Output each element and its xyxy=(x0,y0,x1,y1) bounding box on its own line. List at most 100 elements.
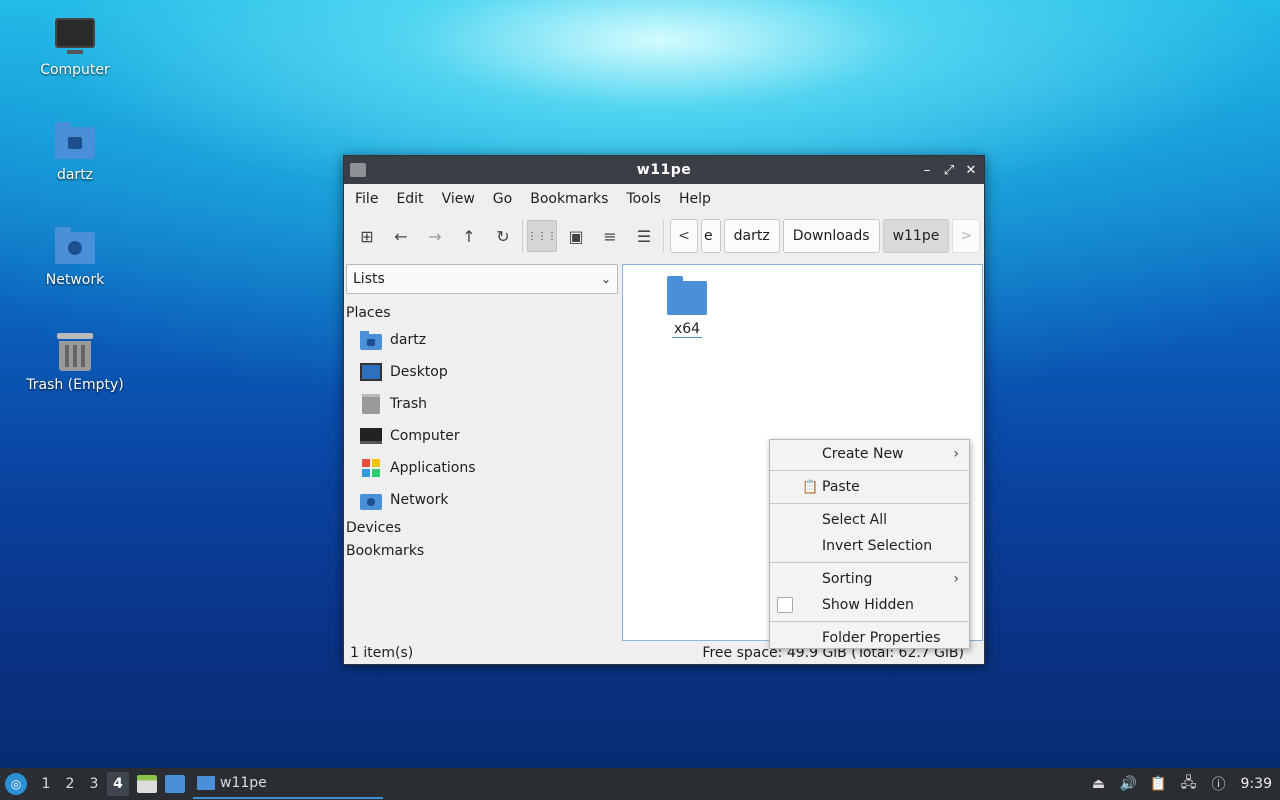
menu-help[interactable]: Help xyxy=(670,191,720,207)
new-tab-icon[interactable]: ⊞ xyxy=(352,220,382,252)
desktop-icon-label: Network xyxy=(45,272,105,288)
place-item-applications[interactable]: Applications xyxy=(346,452,618,484)
desktop-icon xyxy=(360,363,382,381)
menu-item-label: Create New xyxy=(822,446,904,462)
text-editor-launcher-icon[interactable] xyxy=(137,775,157,793)
desktop-icon-trash[interactable]: Trash (Empty) xyxy=(20,329,130,393)
desktop-icon-home[interactable]: dartz xyxy=(20,119,130,183)
bookmarks-heading[interactable]: Bookmarks xyxy=(346,539,618,562)
item-count: 1 item(s) xyxy=(350,645,414,661)
show-hidden-checkbox[interactable] xyxy=(777,597,793,613)
system-tray: ⏏ 🔊 📋 🖧 ⓘ 9:39 xyxy=(1091,775,1280,793)
breadcrumb-scroll-right-button[interactable]: > xyxy=(952,219,981,253)
forward-arrow-icon[interactable]: → xyxy=(420,220,450,252)
workspace-2-button[interactable]: 2 xyxy=(59,772,81,796)
menu-tools[interactable]: Tools xyxy=(617,191,670,207)
menu-item-label: Folder Properties xyxy=(822,630,941,646)
workspace-4-button[interactable]: 4 xyxy=(107,772,129,796)
breadcrumb-item-downloads[interactable]: Downloads xyxy=(782,219,880,253)
place-label: Desktop xyxy=(390,364,448,380)
eject-icon[interactable]: ⏏ xyxy=(1091,776,1107,792)
menu-edit[interactable]: Edit xyxy=(387,191,432,207)
back-arrow-icon[interactable]: ← xyxy=(386,220,416,252)
toolbar: ⊞ ← → ↑ ↻ ⋮⋮⋮ ▣ ≡ ☰ < e dartz Downloads … xyxy=(344,213,984,259)
place-item-computer[interactable]: Computer xyxy=(346,420,618,452)
folder-icon xyxy=(197,776,215,790)
breadcrumb-item-w11pe[interactable]: w11pe xyxy=(882,219,950,253)
minimize-button[interactable]: – xyxy=(918,161,936,179)
file-item-folder[interactable]: x64 xyxy=(663,275,711,338)
place-item-home[interactable]: dartz xyxy=(346,324,618,356)
menu-item-folder-properties[interactable]: Folder Properties xyxy=(770,625,969,651)
network-folder-icon xyxy=(53,224,97,268)
side-pane: Lists ⌄ Places dartz Desktop Trash Compu… xyxy=(346,264,618,644)
file-manager-launcher-icon[interactable] xyxy=(165,775,185,793)
thumbnail-view-icon[interactable]: ▣ xyxy=(561,220,591,252)
clipboard-icon: 📋 xyxy=(802,479,819,495)
place-item-network[interactable]: Network xyxy=(346,484,618,516)
menu-item-label: Sorting xyxy=(822,571,873,587)
place-item-desktop[interactable]: Desktop xyxy=(346,356,618,388)
detailed-view-icon[interactable]: ☰ xyxy=(629,220,659,252)
notification-icon[interactable]: ⓘ xyxy=(1211,776,1227,793)
menu-item-select-all[interactable]: Select All xyxy=(770,507,969,533)
place-label: Applications xyxy=(390,460,476,476)
workspace-3-button[interactable]: 3 xyxy=(83,772,105,796)
toolbar-separator xyxy=(663,220,664,252)
home-folder-icon xyxy=(360,330,382,350)
places-heading[interactable]: Places xyxy=(346,301,618,324)
context-menu: Create New › 📋 Paste Select All Invert S… xyxy=(769,439,970,649)
computer-icon xyxy=(53,14,97,58)
toolbar-separator xyxy=(522,220,523,252)
breadcrumb-item-partial[interactable]: e xyxy=(701,219,721,253)
place-label: Computer xyxy=(390,428,460,444)
up-arrow-icon[interactable]: ↑ xyxy=(454,220,484,252)
place-label: dartz xyxy=(390,332,427,348)
title-bar[interactable]: w11pe – ⤢ ✕ xyxy=(344,156,984,184)
menu-item-label: Select All xyxy=(822,512,887,528)
menu-item-sorting[interactable]: Sorting › xyxy=(770,566,969,592)
menu-separator xyxy=(770,470,969,471)
devices-heading[interactable]: Devices xyxy=(346,516,618,539)
menu-item-paste[interactable]: 📋 Paste xyxy=(770,474,969,500)
chevron-right-icon: › xyxy=(953,571,959,587)
desktop-icon-network[interactable]: Network xyxy=(20,224,130,288)
menu-bookmarks[interactable]: Bookmarks xyxy=(521,191,617,207)
icon-view-icon[interactable]: ⋮⋮⋮ xyxy=(527,220,557,252)
clock[interactable]: 9:39 xyxy=(1241,776,1272,792)
maximize-button[interactable]: ⤢ xyxy=(940,161,958,179)
desktop-icon-computer[interactable]: Computer xyxy=(20,14,130,78)
start-menu-icon[interactable]: ◎ xyxy=(5,773,27,795)
place-item-trash[interactable]: Trash xyxy=(346,388,618,420)
volume-icon[interactable]: 🔊 xyxy=(1120,776,1137,792)
menu-view[interactable]: View xyxy=(433,191,484,207)
network-icon[interactable]: 🖧 xyxy=(1181,775,1197,792)
home-folder-icon xyxy=(53,119,97,163)
menu-item-create-new[interactable]: Create New › xyxy=(770,441,969,467)
taskbar-window-w11pe[interactable]: w11pe xyxy=(193,769,383,799)
desktop-icon-label: Trash (Empty) xyxy=(26,377,124,393)
breadcrumb-scroll-left-button[interactable]: < xyxy=(670,219,698,253)
trash-icon xyxy=(362,394,380,414)
breadcrumb: < e dartz Downloads w11pe > xyxy=(670,219,983,253)
breadcrumb-item-dartz[interactable]: dartz xyxy=(723,219,780,253)
folder-icon xyxy=(667,276,707,315)
reload-icon[interactable]: ↻ xyxy=(488,220,518,252)
menu-item-invert-selection[interactable]: Invert Selection xyxy=(770,533,969,559)
workspace-1-button[interactable]: 1 xyxy=(35,772,57,796)
menu-item-show-hidden[interactable]: Show Hidden xyxy=(770,592,969,618)
side-pane-mode-select[interactable]: Lists ⌄ xyxy=(346,264,618,294)
menu-file[interactable]: File xyxy=(346,191,387,207)
close-button[interactable]: ✕ xyxy=(962,161,980,179)
window-title: w11pe xyxy=(636,162,692,178)
taskbar: ◎ 1 2 3 4 w11pe ⏏ 🔊 📋 🖧 ⓘ 9:39 xyxy=(0,768,1280,800)
menu-item-label: Paste xyxy=(822,479,860,495)
menu-item-label: Invert Selection xyxy=(822,538,933,554)
compact-view-icon[interactable]: ≡ xyxy=(595,220,625,252)
menu-go[interactable]: Go xyxy=(484,191,521,207)
chevron-right-icon: › xyxy=(953,446,959,462)
desktop-icon-label: dartz xyxy=(56,167,94,183)
clipboard-icon[interactable]: 📋 xyxy=(1150,776,1167,792)
chevron-down-icon: ⌄ xyxy=(600,272,611,286)
file-name: x64 xyxy=(671,321,703,338)
